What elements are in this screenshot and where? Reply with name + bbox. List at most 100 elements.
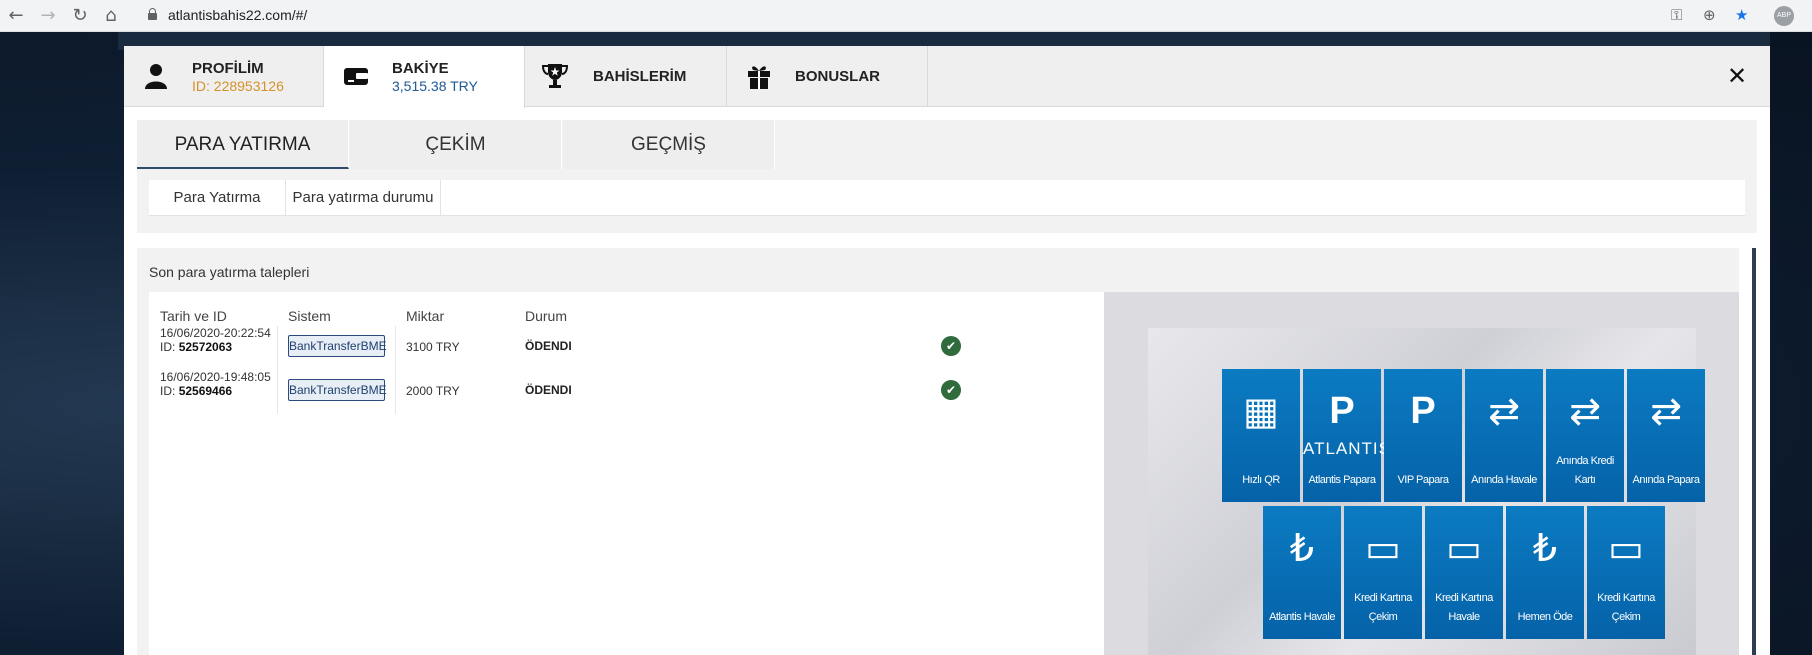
- cell-divider: [277, 326, 278, 370]
- account-modal: PROFİLİM ID: 228953126 BAKİYE 3,515.38 T…: [124, 46, 1770, 655]
- nav-balance[interactable]: BAKİYE 3,515.38 TRY: [324, 46, 525, 108]
- subtab-deposit[interactable]: Para Yatırma: [149, 180, 286, 216]
- profile-avatar[interactable]: ABP: [1774, 6, 1794, 26]
- card-hand-icon: ▭: [1365, 526, 1401, 570]
- key-icon[interactable]: ⚿: [1671, 6, 1682, 24]
- nav-bets[interactable]: BAHİSLERİM: [525, 46, 727, 107]
- nav-bonus[interactable]: BONUSLAR: [727, 46, 928, 107]
- reload-icon[interactable]: ↻: [70, 6, 90, 26]
- gift-icon: [748, 66, 770, 89]
- nav-profile[interactable]: PROFİLİM ID: 228953126: [124, 46, 324, 107]
- credit-card-arrow-icon: ⇄: [1569, 389, 1601, 433]
- nav-bonus-label: BONUSLAR: [795, 68, 880, 85]
- request-date: 16/06/2020-20:22:54 ID: 52572063: [160, 326, 271, 354]
- transfer-arrow-icon: ⇄: [1488, 389, 1520, 433]
- deposit-tabs-area: PARA YATIRMA ÇEKİM GEÇMİŞ Para Yatırma P…: [137, 120, 1757, 233]
- payment-tile-atlantis-papara[interactable]: P ATLANTIS Atlantis Papara: [1303, 369, 1391, 502]
- section-title: Son para yatırma talepleri: [149, 264, 310, 280]
- payment-tile-kredi-kartina-cekim[interactable]: ▭ Kredi Kartına Çekim: [1344, 506, 1422, 639]
- header-status: Durum: [525, 308, 568, 324]
- payment-methods-panel: ▦ Hızlı QR P ATLANTIS Atlantis Papara P …: [1104, 292, 1739, 655]
- wallet-icon: [344, 68, 368, 85]
- vip-papara-logo-icon: P: [1410, 390, 1436, 432]
- request-id-label: ID:: [160, 340, 176, 354]
- payment-tile-label: Anında Papara: [1632, 474, 1700, 486]
- payment-tile-label: Kredi Kartına Çekim: [1354, 592, 1412, 623]
- cell-divider: [395, 370, 396, 414]
- browser-toolbar: ← → ↻ ⌂ atlantisbahis22.com/#/ ⚿ ⊕ ★ ABP: [0, 0, 1812, 32]
- request-status: ÖDENDI: [525, 339, 572, 353]
- request-amount: 2000 TRY: [406, 384, 460, 398]
- subtabs: Para Yatırma Para yatırma durumu: [149, 180, 1745, 216]
- zoom-icon[interactable]: ⊕: [1703, 6, 1716, 24]
- payment-tile-aninda-kredi-karti[interactable]: ⇄ Anında Kredi Kartı: [1546, 369, 1624, 502]
- request-date: 16/06/2020-19:48:05 ID: 52569466: [160, 370, 271, 398]
- payment-tile-hemen-ode[interactable]: ₺ Hemen Öde: [1506, 506, 1584, 639]
- request-date-text: 16/06/2020-20:22:54: [160, 326, 271, 340]
- lock-icon: [148, 8, 157, 20]
- payment-tile-aninda-papara[interactable]: ⇄ Anında Papara: [1627, 369, 1705, 502]
- header-amount: Miktar: [406, 308, 445, 324]
- check-circle-icon: ✔: [941, 380, 961, 400]
- tab-withdraw[interactable]: ÇEKİM: [350, 120, 562, 169]
- payment-tile-kredi-kartina-cekim-2[interactable]: ▭ Kredi Kartına Çekim: [1587, 506, 1665, 639]
- payment-tile-aninda-havale[interactable]: ⇄ Anında Havale: [1465, 369, 1543, 502]
- card-withdraw-icon: ▭: [1608, 526, 1644, 570]
- table-row: 16/06/2020-20:22:54 ID: 52572063 BankTra…: [149, 326, 1104, 370]
- payment-tile-kredi-kartina-havale[interactable]: ▭ Kredi Kartına Havale: [1425, 506, 1503, 639]
- request-id-label: ID:: [160, 384, 176, 398]
- atlantis-word: ATLANTIS: [1303, 439, 1391, 458]
- table-row: 16/06/2020-19:48:05 ID: 52569466 BankTra…: [149, 370, 1104, 414]
- payment-methods-banner: ▦ Hızlı QR P ATLANTIS Atlantis Papara P …: [1148, 328, 1705, 655]
- scrollbar[interactable]: [1752, 248, 1756, 655]
- nav-bets-label: BAHİSLERİM: [593, 68, 687, 85]
- payment-tile-atlantis-havale[interactable]: ₺ Atlantis Havale: [1263, 506, 1341, 639]
- cell-divider: [277, 370, 278, 414]
- subtab-deposit-status[interactable]: Para yatırma durumu: [286, 180, 441, 216]
- header-date: Tarih ve ID: [160, 308, 227, 324]
- url-text[interactable]: atlantisbahis22.com/#/: [168, 7, 307, 23]
- payment-tile-label: VIP Papara: [1397, 474, 1449, 486]
- forward-icon[interactable]: →: [38, 6, 58, 26]
- card-transfer-icon: ▭: [1446, 526, 1482, 570]
- back-icon[interactable]: ←: [6, 6, 26, 26]
- account-nav: PROFİLİM ID: 228953126 BAKİYE 3,515.38 T…: [124, 46, 1770, 108]
- requests-table: Tarih ve ID Sistem Miktar Durum 16/06/20…: [149, 292, 1104, 655]
- cell-divider: [395, 326, 396, 370]
- profile-id: ID: 228953126: [192, 78, 284, 94]
- trophy-icon: [541, 64, 569, 88]
- payment-tile-label: Hızlı QR: [1242, 474, 1280, 486]
- lira-hand-icon: ₺: [1532, 526, 1558, 570]
- tab-history[interactable]: GEÇMİŞ: [563, 120, 775, 169]
- header-system: Sistem: [288, 308, 331, 324]
- payment-tile-label: Kredi Kartına Havale: [1435, 592, 1493, 623]
- system-badge: BankTransferBME: [288, 335, 387, 357]
- payment-tile-hizli-qr[interactable]: ▦ Hızlı QR: [1222, 369, 1300, 502]
- request-amount: 3100 TRY: [406, 340, 460, 354]
- payment-tile-label: Atlantis Havale: [1269, 611, 1335, 623]
- deposit-requests-panel: Son para yatırma talepleri Tarih ve ID S…: [137, 248, 1739, 655]
- user-icon: [145, 64, 167, 89]
- check-circle-icon: ✔: [941, 336, 961, 356]
- request-id: 52572063: [178, 340, 233, 354]
- balance-value: 3,515.38 TRY: [392, 78, 478, 94]
- payment-tile-label: Hemen Öde: [1517, 611, 1573, 623]
- home-icon[interactable]: ⌂: [101, 6, 121, 26]
- close-icon[interactable]: ✕: [1727, 63, 1747, 89]
- lira-cycle-icon: ₺: [1289, 526, 1315, 570]
- papara-logo-icon: P: [1329, 390, 1355, 432]
- payment-tile-label: Anında Havale: [1471, 474, 1537, 486]
- payment-tile-label: Atlantis Papara: [1308, 474, 1376, 486]
- payment-tile-vip-papara[interactable]: P VIP Papara: [1384, 369, 1462, 502]
- qr-code-icon: ▦: [1243, 389, 1279, 433]
- payment-tile-label: Kredi Kartına Çekim: [1597, 592, 1655, 623]
- system-badge: BankTransferBME: [288, 379, 387, 401]
- papara-arrow-icon: ⇄: [1650, 389, 1682, 433]
- nav-balance-label: BAKİYE: [392, 60, 449, 77]
- bookmark-star-icon[interactable]: ★: [1735, 6, 1748, 24]
- tab-deposit[interactable]: PARA YATIRMA: [137, 120, 349, 169]
- request-date-text: 16/06/2020-19:48:05: [160, 370, 271, 384]
- request-status: ÖDENDI: [525, 383, 572, 397]
- address-bar[interactable]: [137, 3, 1737, 29]
- request-id: 52569466: [178, 384, 233, 398]
